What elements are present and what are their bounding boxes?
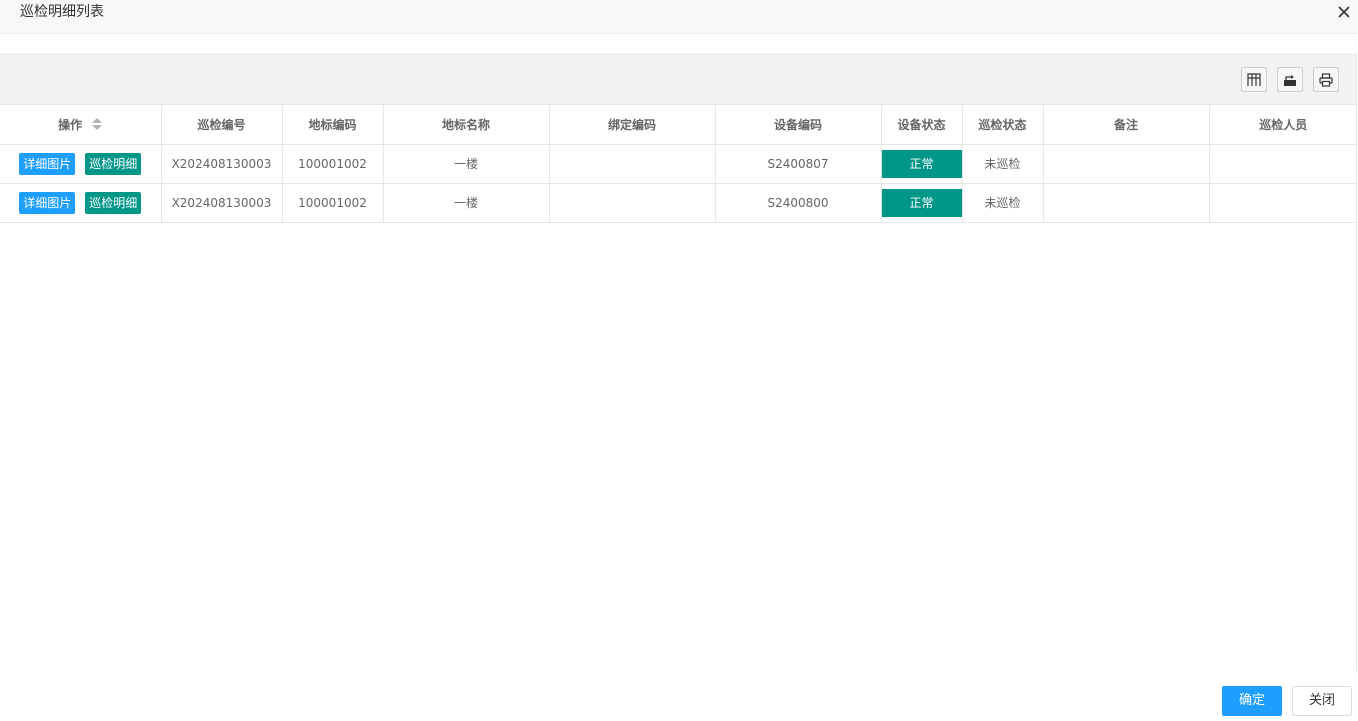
table-row: 详细图片 巡检明细 X202408130003 100001002 一楼 S240… bbox=[0, 144, 1357, 184]
inspection-detail-dialog: 巡检明细列表 操作 巡检编号 地标编码 地标名称 绑定编码 设备编码 设备状态 … bbox=[0, 0, 1358, 721]
inspection-status-cell: 未巡检 bbox=[962, 183, 1044, 223]
sort-icon[interactable] bbox=[92, 117, 103, 133]
actions-cell: 详细图片 巡检明细 bbox=[0, 183, 162, 223]
close-button[interactable]: 关闭 bbox=[1292, 686, 1352, 716]
landmark-name-cell: 一楼 bbox=[383, 144, 550, 184]
header-inspection-no: 巡检编号 bbox=[161, 105, 283, 145]
inspection-no-cell: X202408130003 bbox=[161, 183, 283, 223]
close-icon[interactable] bbox=[1336, 4, 1352, 20]
device-status-cell: 正常 bbox=[881, 144, 963, 184]
header-actions[interactable]: 操作 bbox=[0, 105, 162, 145]
inspector-cell bbox=[1209, 183, 1357, 223]
table-row: 详细图片 巡检明细 X202408130003 100001002 一楼 S240… bbox=[0, 183, 1357, 223]
header-device-status: 设备状态 bbox=[881, 105, 963, 145]
table-header-row: 操作 巡检编号 地标编码 地标名称 绑定编码 设备编码 设备状态 巡检状态 备注… bbox=[0, 105, 1357, 145]
actions-cell: 详细图片 巡检明细 bbox=[0, 144, 162, 184]
columns-filter-button[interactable] bbox=[1241, 67, 1267, 92]
header-landmark-code: 地标编码 bbox=[282, 105, 384, 145]
inspection-detail-button[interactable]: 巡检明细 bbox=[85, 191, 142, 214]
detail-image-button[interactable]: 详细图片 bbox=[19, 152, 76, 175]
binding-code-cell bbox=[549, 183, 716, 223]
header-inspector: 巡检人员 bbox=[1209, 105, 1357, 145]
export-icon bbox=[1283, 73, 1297, 87]
landmark-code-cell: 100001002 bbox=[282, 144, 384, 184]
detail-image-button[interactable]: 详细图片 bbox=[19, 191, 76, 214]
header-device-code: 设备编码 bbox=[715, 105, 882, 145]
inspection-detail-button[interactable]: 巡检明细 bbox=[85, 152, 142, 175]
inspection-status-cell: 未巡检 bbox=[962, 144, 1044, 184]
columns-filter-icon bbox=[1247, 72, 1261, 87]
print-button[interactable] bbox=[1313, 67, 1339, 92]
landmark-code-cell: 100001002 bbox=[282, 183, 384, 223]
inspection-no-cell: X202408130003 bbox=[161, 144, 283, 184]
export-button[interactable] bbox=[1277, 67, 1303, 92]
dialog-title: 巡检明细列表 bbox=[20, 4, 104, 20]
table-container: 操作 巡检编号 地标编码 地标名称 绑定编码 设备编码 设备状态 巡检状态 备注… bbox=[0, 54, 1357, 671]
remark-cell bbox=[1043, 183, 1210, 223]
remark-cell bbox=[1043, 144, 1210, 184]
confirm-button[interactable]: 确定 bbox=[1222, 686, 1282, 716]
status-badge: 正常 bbox=[881, 188, 961, 217]
header-landmark-name: 地标名称 bbox=[383, 105, 550, 145]
header-inspection-status: 巡检状态 bbox=[962, 105, 1044, 145]
header-binding-code: 绑定编码 bbox=[549, 105, 716, 145]
status-badge: 正常 bbox=[881, 149, 961, 178]
table-toolbar bbox=[0, 55, 1356, 105]
device-code-cell: S2400807 bbox=[715, 144, 882, 184]
landmark-name-cell: 一楼 bbox=[383, 183, 550, 223]
binding-code-cell bbox=[549, 144, 716, 184]
inspection-detail-table: 操作 巡检编号 地标编码 地标名称 绑定编码 设备编码 设备状态 巡检状态 备注… bbox=[0, 105, 1357, 223]
device-status-cell: 正常 bbox=[881, 183, 963, 223]
header-label: 操作 bbox=[58, 117, 83, 132]
device-code-cell: S2400800 bbox=[715, 183, 882, 223]
header-remark: 备注 bbox=[1043, 105, 1210, 145]
inspector-cell bbox=[1209, 144, 1357, 184]
dialog-titlebar: 巡检明细列表 bbox=[0, 0, 1358, 34]
print-icon bbox=[1319, 72, 1333, 87]
